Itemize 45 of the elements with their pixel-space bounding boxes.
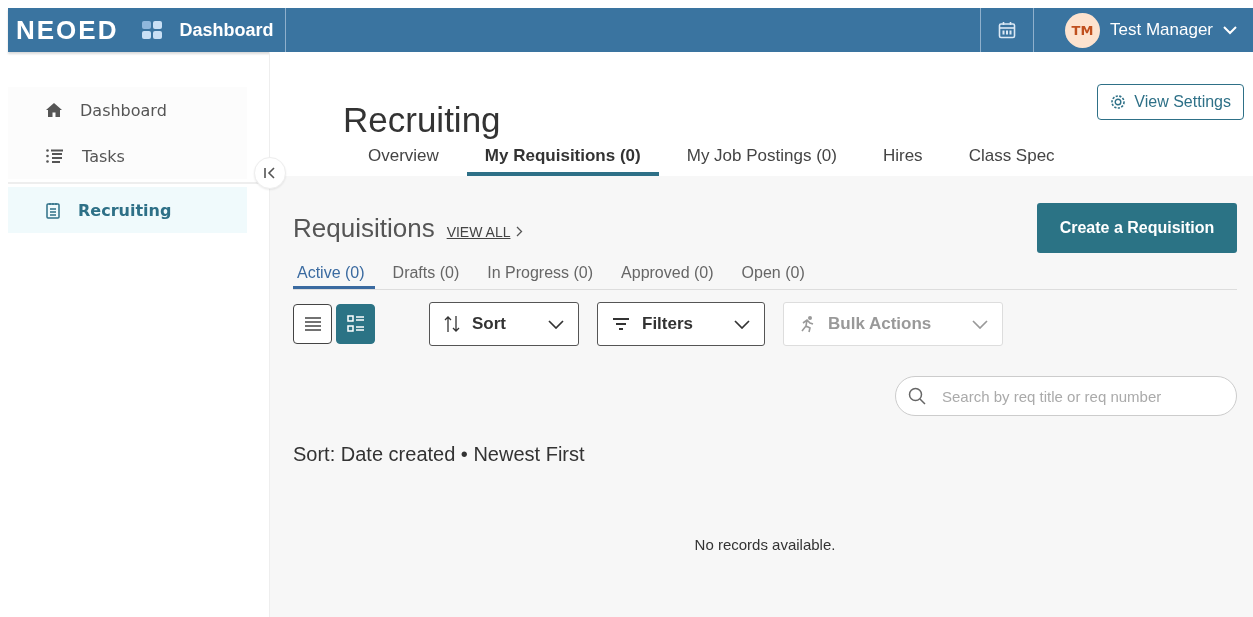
view-all-link[interactable]: VIEW ALL: [446, 224, 511, 240]
running-figure-icon: [798, 315, 816, 333]
status-tab[interactable]: Open (0): [737, 261, 815, 289]
chevron-down-icon: [1223, 25, 1237, 35]
page-tab[interactable]: Hires: [864, 140, 941, 176]
dropdown-button[interactable]: Filters: [597, 302, 765, 346]
card-view-button[interactable]: [336, 304, 375, 344]
clipboard-icon: [46, 201, 60, 219]
list-view-icon: [303, 316, 322, 332]
apps-grid-icon[interactable]: [142, 21, 163, 39]
user-avatar: TM: [1065, 12, 1100, 48]
status-tab[interactable]: Drafts (0): [388, 261, 470, 289]
section-heading: Requisitions: [293, 213, 435, 244]
filter-icon: [612, 317, 630, 331]
calendar-icon[interactable]: [998, 21, 1016, 39]
chevron-down-icon: [734, 319, 750, 329]
page-tab[interactable]: Class Spec: [950, 140, 1073, 176]
sidebar-item[interactable]: Recruiting: [8, 187, 247, 233]
page-tab[interactable]: My Job Postings (0): [668, 140, 855, 176]
settings-icon: [1110, 94, 1127, 110]
collapse-icon: [263, 166, 277, 180]
card-view-icon: [346, 315, 365, 333]
chevron-right-icon: [516, 226, 524, 237]
collapse-sidebar-button[interactable]: [254, 157, 286, 189]
home-icon: [46, 103, 62, 117]
user-menu[interactable]: TM Test Manager: [1034, 12, 1253, 48]
sort-summary: Sort: Date created • Newest First: [293, 443, 586, 466]
create-requisition-button[interactable]: Create a Requisition: [1037, 203, 1237, 253]
status-tab[interactable]: In Progress (0): [483, 261, 604, 289]
chevron-down-icon: [972, 319, 988, 329]
list-view-button[interactable]: [293, 304, 332, 344]
page-tab[interactable]: Overview: [350, 140, 457, 176]
app-name[interactable]: Dashboard: [179, 19, 274, 41]
logo[interactable]: NEOED: [16, 14, 119, 46]
sort-icon: [444, 315, 460, 333]
status-tab[interactable]: Active (0): [293, 261, 375, 289]
list-icon: [46, 149, 64, 163]
search-icon: [908, 387, 926, 405]
empty-message: No records available.: [693, 536, 837, 553]
view-settings-button[interactable]: View Settings: [1097, 84, 1244, 120]
page-title: Recruiting: [343, 100, 501, 140]
search-field[interactable]: Search by req title or req number: [895, 376, 1237, 416]
chevron-down-icon: [548, 319, 564, 329]
dropdown-button[interactable]: Sort: [429, 302, 579, 346]
status-tab[interactable]: Approved (0): [617, 261, 724, 289]
